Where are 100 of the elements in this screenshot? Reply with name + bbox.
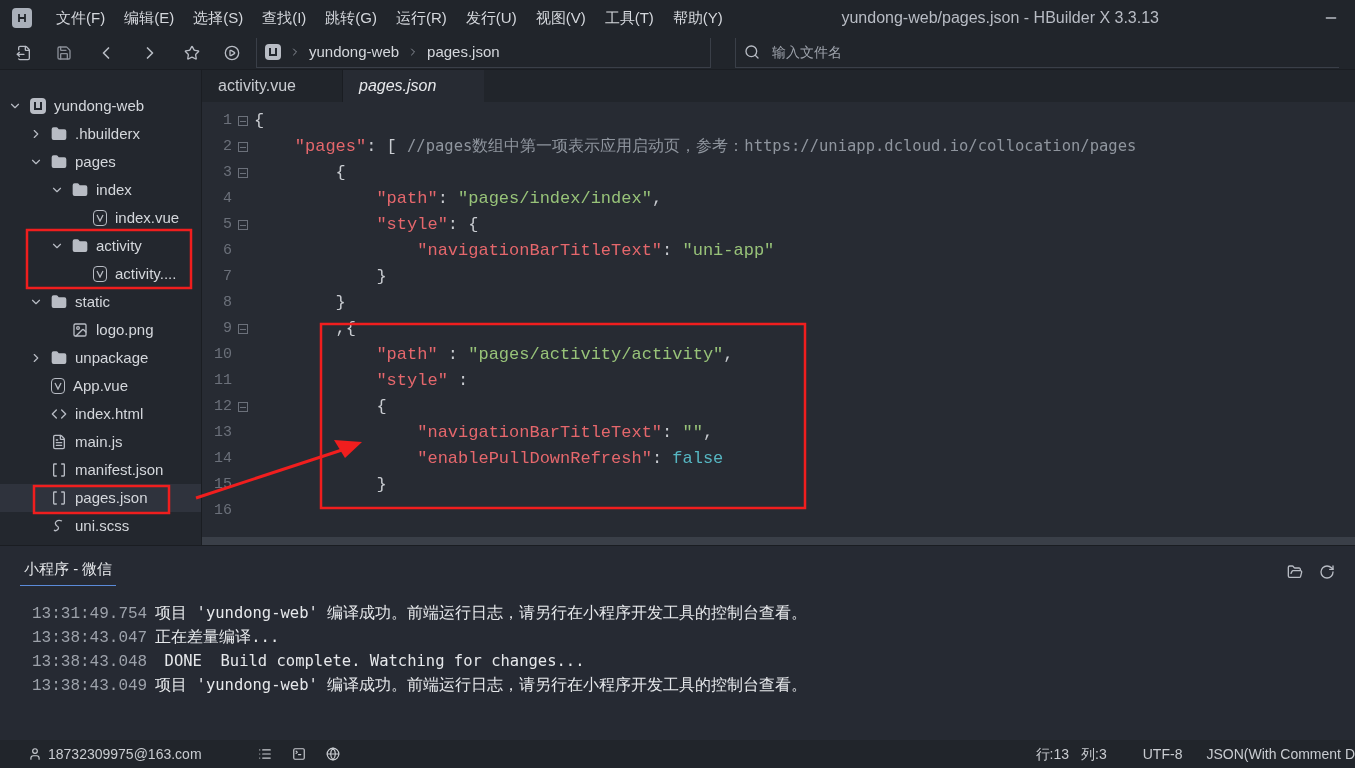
fold-icon[interactable] — [238, 402, 248, 412]
line-number: 1 — [222, 110, 232, 131]
folder-icon — [51, 294, 67, 310]
vue-file-icon — [93, 266, 107, 282]
breadcrumb-item[interactable]: yundong-web — [309, 40, 400, 64]
menu-item[interactable]: 文件(F) — [56, 6, 106, 30]
folder-icon — [51, 154, 67, 170]
log-message: 项目 'yundong-web' 编译成功。前端运行日志，请另行在小程序开发工具的控制台查看。 — [155, 602, 808, 624]
editor-tab[interactable]: pages.json — [343, 70, 484, 102]
line-number: 12 — [213, 396, 232, 417]
menu-item[interactable]: 跳转(G) — [325, 6, 377, 30]
encoding-label[interactable]: UTF-8 — [1142, 743, 1183, 765]
menu-item[interactable]: 视图(V) — [535, 6, 586, 30]
code-line: } — [334, 292, 346, 315]
fold-icon[interactable] — [238, 168, 248, 178]
line-number: 10 — [213, 344, 232, 365]
fold-icon[interactable] — [238, 116, 248, 126]
code-line: "path": "pages/index/index", — [375, 188, 663, 211]
code-line: "style" : — [375, 370, 469, 393]
code-line: "navigationBarTitleText": "", — [416, 422, 714, 445]
breadcrumb-item[interactable]: pages.json — [427, 40, 500, 64]
menu-item[interactable]: 查找(I) — [262, 6, 307, 30]
tree-item[interactable]: yundong-web — [0, 92, 201, 120]
log-time: 13:38:43.048 — [32, 651, 148, 673]
fold-icon[interactable] — [238, 324, 248, 334]
tree-item[interactable]: index — [0, 176, 201, 204]
save-icon[interactable] — [56, 44, 72, 61]
code-line: } — [375, 474, 387, 497]
line-number: 13 — [213, 422, 232, 443]
folder-icon — [51, 126, 67, 142]
folder-icon — [72, 238, 88, 254]
line-number: 11 — [213, 370, 232, 391]
menu-item[interactable]: 帮助(Y) — [672, 6, 723, 30]
line-number: 14 — [213, 448, 232, 469]
tree-item[interactable]: logo.png — [0, 316, 201, 344]
code-icon — [51, 406, 67, 422]
fold-icon[interactable] — [238, 142, 248, 152]
tree-item[interactable]: index.html — [0, 400, 201, 428]
tree-item[interactable]: index.vue — [0, 204, 201, 232]
tree-item[interactable]: unpackage — [0, 344, 201, 372]
folder-icon[interactable] — [1287, 563, 1303, 580]
log-message: DONE Build complete. Watching for changes... — [163, 650, 585, 672]
folder-icon — [51, 350, 67, 366]
menu-item[interactable]: 工具(T) — [604, 6, 654, 30]
tree-item[interactable]: pages — [0, 148, 201, 176]
tree-item[interactable]: .hbuilderx — [0, 120, 201, 148]
search-icon — [744, 44, 760, 60]
log-time: 13:38:43.049 — [32, 675, 148, 697]
code-line: "style": { — [375, 214, 479, 237]
tree-item[interactable]: main.js — [0, 428, 201, 456]
account-label[interactable]: 18732309975@163.com — [48, 743, 202, 765]
terminal-icon[interactable] — [291, 747, 306, 761]
menu-item[interactable]: 编辑(E) — [124, 6, 175, 30]
line-number: 2 — [222, 136, 232, 157]
tree-item[interactable]: activity — [0, 232, 201, 260]
tree-item[interactable]: activity.... — [0, 260, 201, 288]
code-line: "enablePullDownRefresh": false — [416, 448, 724, 471]
code-line: } — [375, 266, 387, 289]
tree-item[interactable]: static — [0, 288, 201, 316]
menu-item[interactable]: 发行(U) — [465, 6, 517, 30]
log-message: 正在差量编译... — [155, 626, 280, 648]
language-label[interactable]: JSON(With Comment D — [1206, 743, 1355, 765]
tree-item[interactable]: manifest.json — [0, 456, 201, 484]
console-tab[interactable]: 小程序 - 微信 — [20, 558, 117, 586]
code-line: { — [334, 162, 346, 185]
globe-icon[interactable] — [325, 747, 340, 761]
code-line: { — [254, 110, 265, 133]
menu-item[interactable]: 运行(R) — [396, 6, 447, 30]
app-logo-icon — [12, 8, 32, 28]
cursor-column: 列:3 — [1081, 743, 1107, 765]
tree-item[interactable]: pages.json — [0, 484, 201, 512]
fold-icon[interactable] — [238, 220, 248, 230]
tree-item[interactable]: App.vue — [0, 372, 201, 400]
cursor-line: 行:13 — [1035, 744, 1070, 764]
file-search-field[interactable]: 输入文件名 — [735, 37, 1339, 68]
line-number: 8 — [222, 292, 232, 313]
run-icon[interactable] — [224, 44, 240, 61]
line-number: 4 — [222, 188, 232, 209]
brackets-icon — [51, 490, 67, 506]
project-icon — [265, 44, 281, 60]
search-input[interactable]: 输入文件名 — [772, 41, 1331, 63]
folder-icon — [72, 182, 88, 198]
star-icon[interactable] — [184, 44, 200, 61]
horizontal-scrollbar[interactable] — [202, 537, 1355, 545]
window-title: yundong-web/pages.json - HBuilder X 3.3.13 — [841, 8, 1159, 28]
restart-icon[interactable] — [1319, 563, 1335, 580]
line-number: 9 — [222, 318, 232, 339]
vue-file-icon — [93, 210, 107, 226]
menu-item[interactable]: 选择(S) — [193, 6, 244, 30]
list-icon[interactable] — [257, 747, 272, 761]
log-time: 13:31:49.754 — [32, 603, 148, 625]
line-number: 3 — [222, 162, 232, 183]
account-icon — [28, 747, 42, 761]
new-file-icon[interactable] — [16, 44, 32, 61]
code-line: "pages": [ //pages数组中第一项表示应用启动页，参考：https://uniapp.dcloud.io/collocation/pages — [293, 136, 1137, 159]
image-file-icon — [72, 322, 88, 338]
code-line: "navigationBarTitleText": "uni-app" — [416, 240, 775, 263]
tree-item[interactable]: uni.scss — [0, 512, 201, 540]
line-number: 16 — [213, 500, 232, 521]
code-line: { — [375, 396, 387, 419]
